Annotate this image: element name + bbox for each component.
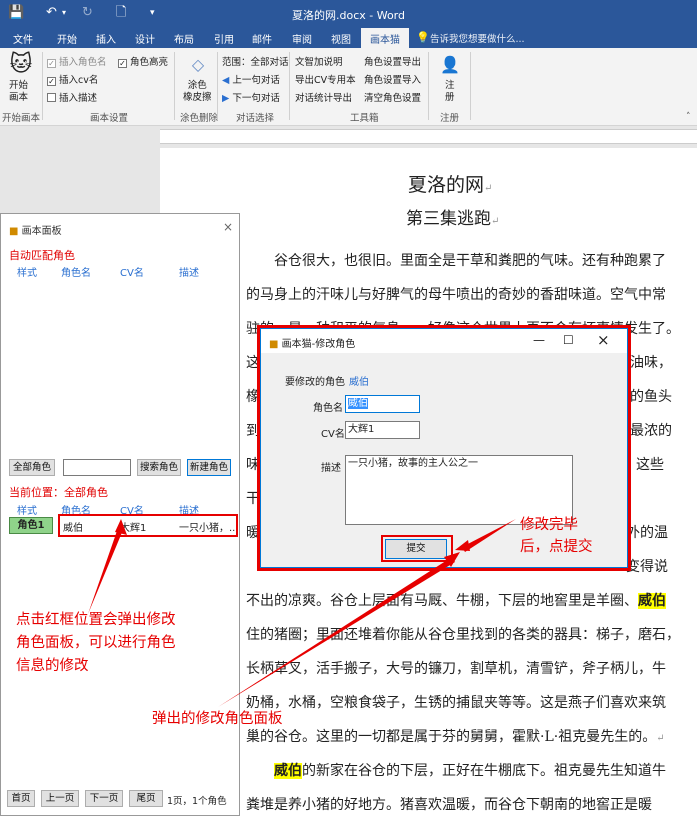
arrow-to-row <box>88 528 123 614</box>
arrowhead <box>455 540 470 551</box>
arrow-to-submit <box>462 519 516 552</box>
arrow-to-dialog <box>218 557 455 707</box>
annotation-arrows <box>88 519 516 707</box>
annotation-submit: 修改完毕 后，点提交 <box>520 517 593 555</box>
annotation-popup: 弹出的修改角色面板 <box>152 711 283 727</box>
annotation-click-row: 点击红框位置会弹出修改 角色面板，可以进行角色 信息的修改 <box>16 612 176 674</box>
